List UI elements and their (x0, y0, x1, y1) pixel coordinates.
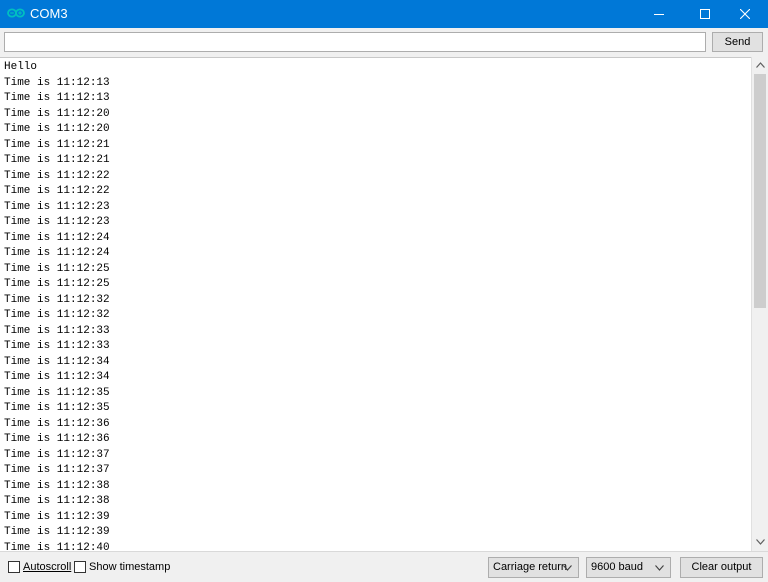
show-timestamp-checkbox[interactable] (74, 561, 86, 573)
send-button[interactable]: Send (712, 32, 763, 52)
output-line: Time is 11:12:38 (4, 495, 110, 507)
output-line: Time is 11:12:34 (4, 371, 110, 383)
autoscroll-checkbox[interactable] (8, 561, 20, 573)
minimize-icon (654, 14, 664, 15)
output-line: Time is 11:12:21 (4, 154, 110, 166)
output-line: Time is 11:12:39 (4, 510, 110, 523)
send-bar: Send (0, 28, 768, 56)
clear-output-button[interactable]: Clear output (680, 557, 763, 578)
output-line: Time is 11:12:36 (4, 433, 110, 445)
output-line: Time is 11:12:20 (4, 123, 110, 135)
line-ending-value: Carriage return (493, 561, 567, 573)
output-lines: Hello Time is 11:12:13 Time is 11:12:13 Tim… (4, 60, 110, 552)
autoscroll-label[interactable]: Autoscroll (23, 560, 71, 574)
output-line: Time is 11:12:23 (4, 216, 110, 228)
output-line: Time is 11:12:37 (4, 464, 110, 476)
output-line: Time is 11:12:37 (4, 448, 110, 461)
output-line: Time is 11:12:32 (4, 309, 110, 321)
chevron-down-icon (563, 565, 572, 571)
output-line: Time is 11:12:25 (4, 278, 110, 290)
output-line: Hello (4, 61, 38, 73)
show-timestamp-label[interactable]: Show timestamp (89, 560, 170, 574)
output-line: Time is 11:12:23 (4, 200, 110, 213)
output-line: Time is 11:12:20 (4, 107, 110, 120)
output-line: Time is 11:12:36 (4, 417, 110, 430)
status-bar: Autoscroll Show timestamp Carriage retur… (0, 551, 768, 582)
chevron-up-icon (756, 62, 765, 68)
close-icon (740, 9, 750, 19)
output-line: Time is 11:12:35 (4, 386, 110, 399)
output-line: Time is 11:12:22 (4, 169, 110, 182)
minimize-button[interactable] (636, 0, 682, 28)
window-title: COM3 (30, 6, 68, 21)
title-bar: COM3 (0, 0, 768, 28)
output-line: Time is 11:12:39 (4, 526, 110, 538)
output-line: Time is 11:12:34 (4, 355, 110, 368)
output-line: Time is 11:12:38 (4, 479, 110, 492)
output-line: Time is 11:12:33 (4, 324, 110, 337)
serial-send-input[interactable] (4, 32, 706, 52)
chevron-down-icon (756, 539, 765, 545)
chevron-down-icon (655, 565, 664, 571)
line-ending-select[interactable]: Carriage return (488, 557, 579, 578)
output-line: Time is 11:12:21 (4, 138, 110, 151)
vertical-scrollbar[interactable] (751, 57, 768, 551)
baud-rate-select[interactable]: 9600 baud (586, 557, 671, 578)
close-button[interactable] (722, 0, 768, 28)
output-line: Time is 11:12:35 (4, 402, 110, 414)
arduino-infinity-icon (7, 8, 25, 18)
output-line: Time is 11:12:25 (4, 262, 110, 275)
scroll-up-button[interactable] (752, 57, 768, 74)
output-line: Time is 11:12:24 (4, 247, 110, 259)
baud-rate-value: 9600 baud (591, 561, 643, 573)
output-line: Time is 11:12:13 (4, 76, 110, 89)
output-line: Time is 11:12:13 (4, 92, 110, 104)
scroll-thumb[interactable] (754, 74, 766, 308)
output-line: Time is 11:12:32 (4, 293, 110, 306)
output-line: Time is 11:12:33 (4, 340, 110, 352)
maximize-icon (700, 9, 710, 19)
output-line: Time is 11:12:22 (4, 185, 110, 197)
scroll-down-button[interactable] (752, 534, 768, 551)
output-line: Time is 11:12:24 (4, 231, 110, 244)
serial-output[interactable]: Hello Time is 11:12:13 Time is 11:12:13 Tim… (0, 57, 751, 552)
